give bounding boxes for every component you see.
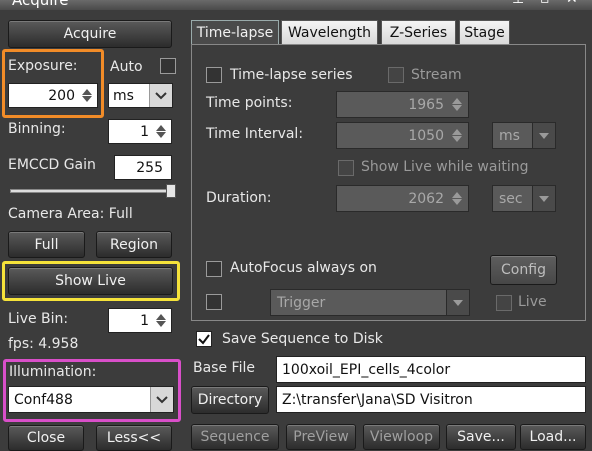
directory-value: Z:\transfer\Jana\SD Visitron (282, 391, 473, 408)
autofocus-label: AutoFocus always on (230, 260, 377, 276)
time-points-spinner-icon[interactable] (449, 95, 465, 114)
time-interval-value: 1050 (408, 127, 444, 144)
full-button[interactable]: Full (8, 231, 85, 258)
save-sequence-checkbox[interactable] (196, 331, 212, 347)
auto-checkbox[interactable] (160, 58, 176, 74)
show-live-waiting-label: Show Live while waiting (361, 159, 529, 175)
trigger-checkbox[interactable] (206, 294, 222, 310)
chevron-down-icon[interactable] (446, 290, 469, 315)
trigger-select[interactable]: Trigger (270, 289, 470, 316)
binning-label: Binning: (8, 121, 66, 137)
close-window-icon[interactable]: ✕ (566, 0, 578, 7)
tab-time-lapse[interactable]: Time-lapse (191, 20, 279, 44)
live-bin-spinner-icon[interactable] (153, 311, 169, 330)
time-points-input[interactable]: 1965 (336, 91, 469, 118)
chevron-down-icon[interactable] (532, 186, 555, 211)
fps-readout: fps: 4.958 (8, 336, 79, 352)
camera-area-label: Camera Area: Full (8, 206, 133, 222)
emccd-gain-label: EMCCD Gain (8, 157, 96, 173)
time-interval-unit-value: ms (499, 127, 520, 144)
less-button[interactable]: Less<< (96, 425, 172, 451)
save-sequence-label: Save Sequence to Disk (222, 331, 383, 347)
base-file-input[interactable]: 100xoil_EPI_cells_4color (276, 356, 586, 383)
slider-handle[interactable] (166, 184, 176, 198)
base-file-label: Base File (193, 360, 255, 376)
preview-button[interactable]: PreView (286, 424, 356, 450)
time-lapse-series-checkbox[interactable] (206, 67, 222, 83)
acquire-button[interactable]: Acquire (8, 20, 172, 48)
exposure-highlight (2, 49, 104, 118)
directory-button[interactable]: Directory (191, 386, 269, 414)
base-file-value: 100xoil_EPI_cells_4color (282, 361, 451, 378)
exposure-unit-value: ms (113, 87, 134, 104)
restore-icon[interactable]: ▫ (540, 0, 550, 7)
trigger-value: Trigger (277, 294, 326, 311)
chevron-down-icon[interactable] (149, 84, 172, 107)
directory-input[interactable]: Z:\transfer\Jana\SD Visitron (276, 386, 586, 413)
duration-label: Duration: (206, 190, 272, 206)
save-as-button[interactable]: Save... (446, 424, 516, 450)
live-bin-input[interactable]: 1 (108, 308, 172, 333)
time-lapse-series-label: Time-lapse series (230, 67, 353, 83)
auto-label: Auto (110, 59, 143, 75)
time-points-value: 1965 (408, 96, 444, 113)
window-title: Acquire (12, 0, 69, 9)
emccd-gain-input[interactable]: 255 (114, 155, 172, 180)
tab-stage[interactable]: Stage (459, 20, 510, 44)
duration-value: 2062 (408, 190, 444, 207)
live-checkbox[interactable] (496, 295, 512, 311)
exposure-unit-select[interactable]: ms (108, 83, 173, 108)
time-interval-spinner-icon[interactable] (449, 126, 465, 145)
time-interval-unit-select[interactable]: ms (492, 122, 556, 149)
time-interval-label: Time Interval: (206, 126, 304, 142)
duration-unit-value: sec (499, 190, 523, 207)
binning-input[interactable]: 1 (108, 119, 172, 144)
pin-icon[interactable]: ⊥ (512, 0, 524, 7)
autofocus-checkbox[interactable] (206, 261, 222, 277)
illumination-highlight (3, 359, 181, 422)
title-bar: Acquire ⊥ ▫ ✕ (0, 0, 592, 10)
slider-track (10, 189, 170, 193)
emccd-gain-slider[interactable] (10, 184, 176, 198)
viewloop-button[interactable]: Viewloop (363, 424, 440, 450)
time-points-label: Time points: (206, 95, 293, 111)
checkmark-icon (198, 334, 210, 345)
duration-input[interactable]: 2062 (336, 185, 469, 212)
show-live-highlight (2, 261, 180, 301)
live-bin-label: Live Bin: (8, 311, 69, 327)
duration-spinner-icon[interactable] (449, 189, 465, 208)
close-button[interactable]: Close (8, 425, 84, 451)
live-label: Live (518, 294, 547, 310)
duration-unit-select[interactable]: sec (492, 185, 556, 212)
live-bin-value: 1 (140, 312, 149, 329)
tab-z-series[interactable]: Z-Series (381, 20, 456, 44)
show-live-waiting-checkbox[interactable] (338, 160, 354, 176)
stream-checkbox[interactable] (388, 67, 404, 83)
load-button[interactable]: Load... (520, 424, 586, 450)
binning-value: 1 (140, 123, 149, 140)
time-interval-input[interactable]: 1050 (336, 122, 469, 149)
stream-label: Stream (411, 67, 462, 83)
sequence-button[interactable]: Sequence (191, 424, 279, 450)
emccd-gain-value: 255 (136, 159, 163, 176)
tab-wavelength[interactable]: Wavelength (281, 20, 378, 44)
chevron-down-icon[interactable] (532, 123, 555, 148)
binning-spinner-icon[interactable] (153, 122, 169, 141)
region-button[interactable]: Region (96, 231, 172, 258)
config-button[interactable]: Config (490, 255, 557, 285)
